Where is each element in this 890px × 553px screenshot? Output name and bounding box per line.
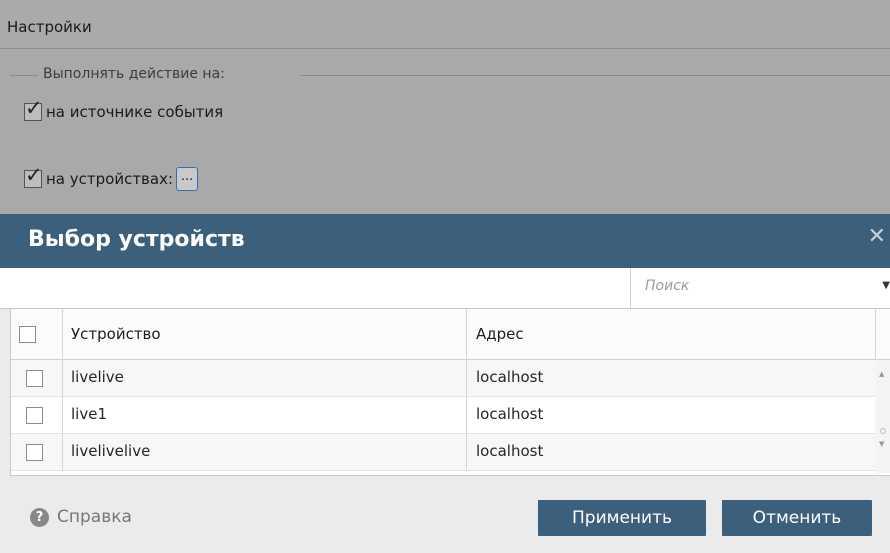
scroll-down-icon[interactable]: ▼ [879,440,884,448]
table-row[interactable]: livelivelive localhost [11,434,875,471]
settings-panel: Настройки Выполнять действие на: ✓ на ис… [0,0,890,215]
row-checkbox[interactable] [26,370,43,387]
select-all-checkbox[interactable] [19,326,36,343]
row-checkbox[interactable] [26,444,43,461]
group-divider-left [10,75,38,76]
device-address: localhost [476,405,544,423]
column-divider [875,309,876,360]
column-divider [466,397,467,434]
column-divider [466,360,467,397]
group-divider-right [300,75,890,76]
dropdown-arrow-icon[interactable]: ▼ [882,280,890,291]
devices-table: Устройство Адрес livelive localhost live… [10,309,890,476]
column-divider [62,309,63,360]
dialog-title: Выбор устройств [28,227,245,252]
scroll-up-icon[interactable]: ▲ [879,370,884,378]
table-header: Устройство Адрес [11,309,890,360]
column-divider [466,434,467,471]
device-select-dialog: Выбор устройств ✕ Поиск ▼ Устройство Адр… [0,214,890,553]
device-name: livelive [71,368,124,386]
event-source-checkbox[interactable]: ✓ [24,98,43,121]
table-row[interactable]: live1 localhost [11,397,875,434]
column-divider [62,360,63,397]
settings-titlebar: Настройки [0,10,890,49]
question-icon: ? [30,507,49,527]
device-name: live1 [71,405,107,423]
row-checkbox[interactable] [26,407,43,424]
group-legend: Выполнять действие на: [43,66,225,82]
close-icon[interactable]: ✕ [868,226,886,248]
devices-label: на устройствах: [46,170,174,188]
checkmark-icon: ✓ [25,163,43,187]
checkmark-icon: ✓ [25,96,43,120]
column-divider [62,434,63,471]
table-row[interactable]: livelive localhost [11,360,875,397]
devices-checkbox[interactable]: ✓ [24,165,43,188]
scroll-thumb[interactable] [880,428,886,434]
device-name: livelivelive [71,442,151,460]
column-divider [466,309,467,360]
search-placeholder: Поиск [645,278,690,294]
option-devices[interactable]: ✓ на устройствах: ... [24,165,199,191]
browse-devices-button[interactable]: ... [176,167,199,191]
dialog-footer: ? Справка Применить Отменить [0,476,890,553]
settings-title: Настройки [7,18,92,36]
table-scrollbar[interactable]: ▲ ▼ [875,360,890,473]
apply-button[interactable]: Применить [538,500,706,536]
help-label: Справка [57,507,132,527]
search-input[interactable]: Поиск ▼ [630,268,890,308]
column-header-address[interactable]: Адрес [476,325,524,343]
search-bar: Поиск ▼ [0,268,890,309]
option-event-source[interactable]: ✓ на источнике события [24,98,224,121]
column-divider [62,397,63,434]
dialog-header: Выбор устройств ✕ [0,214,890,268]
help-link[interactable]: ? Справка [30,507,132,527]
device-address: localhost [476,442,544,460]
column-header-device[interactable]: Устройство [71,325,161,343]
cancel-button[interactable]: Отменить [722,500,872,536]
event-source-label: на источнике события [46,103,224,121]
device-address: localhost [476,368,544,386]
